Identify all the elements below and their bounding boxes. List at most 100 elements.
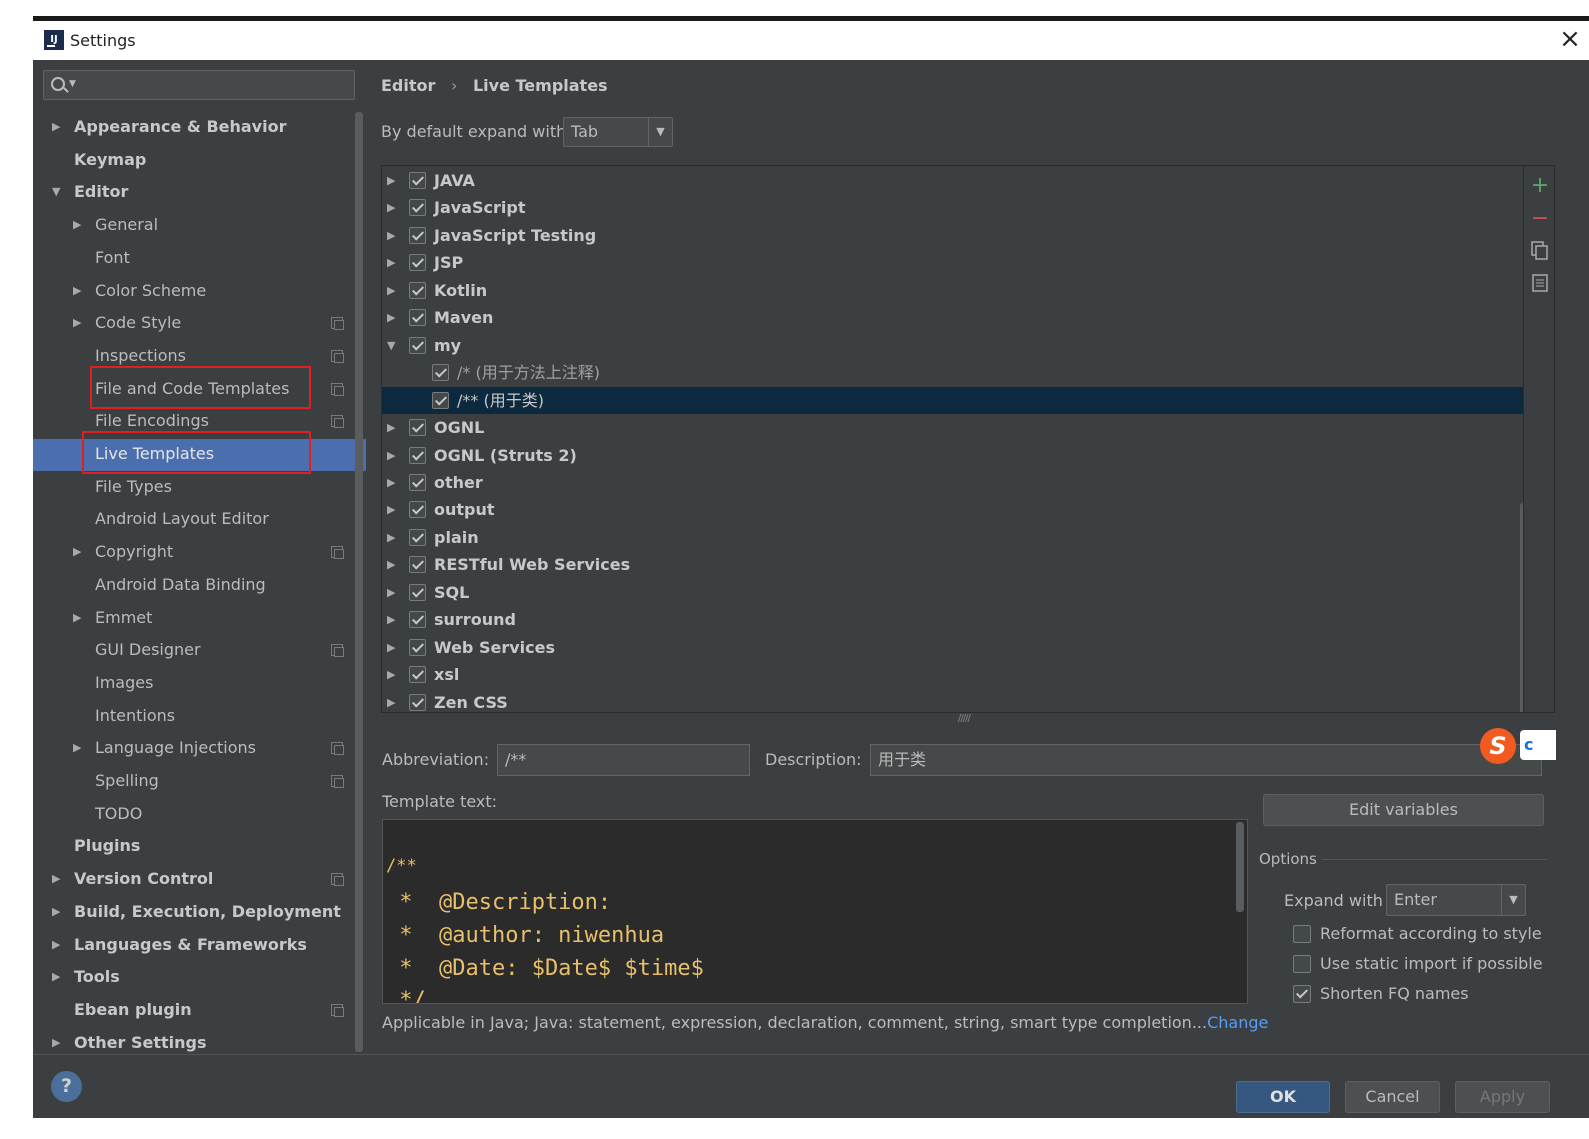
expanded-arrow-icon[interactable]: ▼ (387, 332, 395, 359)
templates-tree[interactable]: ▶ JAVA ▶ JavaScript ▶ JavaScript Testing ▶ JSP ▶… (381, 165, 1524, 713)
apply-button[interactable]: Apply (1455, 1081, 1550, 1113)
breadcrumb-parent[interactable]: Editor (381, 76, 435, 95)
change-contexts-link[interactable]: Change (1207, 1013, 1268, 1032)
editor-scrollbar[interactable] (1236, 822, 1244, 912)
sidebar-item[interactable]: ▶ Appearance & Behavior (33, 112, 353, 142)
sidebar-item[interactable]: ▶ Build, Execution, Deployment (33, 897, 353, 927)
collapsed-arrow-icon[interactable]: ▶ (387, 524, 395, 551)
template-group[interactable]: ▶ JavaScript (382, 194, 1523, 221)
sidebar-item[interactable]: Android Layout Editor (33, 504, 353, 534)
template-checkbox[interactable] (409, 227, 426, 244)
collapsed-arrow-icon[interactable]: ▶ (73, 537, 81, 567)
sidebar-item[interactable]: Ebean plugin (33, 995, 353, 1025)
collapsed-arrow-icon[interactable]: ▶ (73, 276, 81, 306)
template-group[interactable]: ▶ JSP (382, 249, 1523, 276)
default-expand-select[interactable]: Tab ▼ (563, 117, 673, 147)
template-checkbox[interactable] (409, 639, 426, 656)
template-group[interactable]: ▶ JavaScript Testing (382, 222, 1523, 249)
template-text-editor[interactable]: /** * @Description: * @author: niwenhua … (382, 819, 1248, 1004)
collapsed-arrow-icon[interactable]: ▶ (387, 304, 395, 331)
template-group[interactable]: ▶ OGNL (382, 414, 1523, 441)
template-checkbox[interactable] (409, 501, 426, 518)
collapsed-arrow-icon[interactable]: ▶ (387, 606, 395, 633)
template-checkbox[interactable] (409, 611, 426, 628)
sidebar-item[interactable]: Font (33, 243, 353, 273)
sidebar-scrollbar[interactable] (355, 112, 363, 1052)
reformat-checkbox[interactable] (1293, 925, 1311, 943)
sidebar-item[interactable]: ▼ Editor (33, 177, 353, 207)
template-item[interactable]: /* (用于方法上注释) (382, 359, 1523, 386)
sidebar-item[interactable]: ▶ Code Style (33, 308, 353, 338)
template-checkbox[interactable] (409, 694, 426, 711)
sidebar-item[interactable]: ▶ Tools (33, 962, 353, 992)
collapsed-arrow-icon[interactable]: ▶ (387, 689, 395, 712)
copy-icon[interactable] (1530, 241, 1550, 261)
collapsed-arrow-icon[interactable]: ▶ (73, 603, 81, 633)
template-checkbox[interactable] (409, 447, 426, 464)
collapsed-arrow-icon[interactable]: ▶ (52, 930, 60, 960)
shorten-fq-checkbox[interactable] (1293, 985, 1311, 1003)
collapsed-arrow-icon[interactable]: ▶ (73, 308, 81, 338)
edit-variables-button[interactable]: Edit variables (1263, 794, 1544, 826)
sidebar-item[interactable]: Spelling (33, 766, 353, 796)
collapsed-arrow-icon[interactable]: ▶ (387, 496, 395, 523)
template-group[interactable]: ▶ xsl (382, 661, 1523, 688)
template-group[interactable]: ▶ JAVA (382, 167, 1523, 194)
collapsed-arrow-icon[interactable]: ▶ (387, 579, 395, 606)
sidebar-item[interactable]: ▶ Version Control (33, 864, 353, 894)
template-checkbox[interactable] (409, 282, 426, 299)
collapsed-arrow-icon[interactable]: ▶ (73, 210, 81, 240)
template-group[interactable]: ▶ OGNL (Struts 2) (382, 442, 1523, 469)
close-icon[interactable]: × (1555, 24, 1585, 54)
collapsed-arrow-icon[interactable]: ▶ (52, 112, 60, 142)
collapsed-arrow-icon[interactable]: ▶ (52, 864, 60, 894)
collapsed-arrow-icon[interactable]: ▶ (52, 897, 60, 927)
sidebar-item[interactable]: ▶ General (33, 210, 353, 240)
collapsed-arrow-icon[interactable]: ▶ (52, 962, 60, 992)
sidebar-item[interactable]: Keymap (33, 145, 353, 175)
collapsed-arrow-icon[interactable]: ▶ (387, 634, 395, 661)
template-group-icon[interactable] (1530, 274, 1550, 294)
sogou-ime-logo[interactable]: S (1480, 728, 1516, 764)
collapsed-arrow-icon[interactable]: ▶ (387, 277, 395, 304)
collapsed-arrow-icon[interactable]: ▶ (387, 194, 395, 221)
description-input[interactable]: 用于类 (870, 744, 1542, 776)
template-group[interactable]: ▶ SQL (382, 579, 1523, 606)
template-group[interactable]: ▶ Maven (382, 304, 1523, 331)
template-group[interactable]: ▶ output (382, 496, 1523, 523)
collapsed-arrow-icon[interactable]: ▶ (387, 442, 395, 469)
sidebar-item[interactable]: TODO (33, 799, 353, 829)
add-icon[interactable]: + (1530, 175, 1550, 197)
splitter-handle[interactable]: ///// (958, 713, 971, 724)
ime-toolbar-edge[interactable]: c (1520, 730, 1556, 760)
template-group[interactable]: ▼ my (382, 332, 1523, 359)
template-checkbox[interactable] (409, 172, 426, 189)
template-checkbox[interactable] (432, 364, 449, 381)
expand-with-select[interactable]: Enter ▼ (1386, 884, 1526, 916)
sidebar-item[interactable]: Intentions (33, 701, 353, 731)
template-checkbox[interactable] (409, 529, 426, 546)
template-group[interactable]: ▶ Web Services (382, 634, 1523, 661)
collapsed-arrow-icon[interactable]: ▶ (387, 469, 395, 496)
template-item[interactable]: /** (用于类) (382, 387, 1523, 414)
template-checkbox[interactable] (409, 337, 426, 354)
sidebar-item[interactable]: ▶ Emmet (33, 603, 353, 633)
template-group[interactable]: ▶ Kotlin (382, 277, 1523, 304)
sidebar-item[interactable]: Android Data Binding (33, 570, 353, 600)
template-group[interactable]: ▶ plain (382, 524, 1523, 551)
remove-icon[interactable]: − (1530, 208, 1550, 230)
sidebar-item[interactable]: ▶ Copyright (33, 537, 353, 567)
expanded-arrow-icon[interactable]: ▼ (52, 177, 60, 207)
ok-button[interactable]: OK (1236, 1081, 1330, 1113)
help-icon[interactable]: ? (51, 1071, 82, 1102)
collapsed-arrow-icon[interactable]: ▶ (73, 733, 81, 763)
sidebar-item[interactable]: ▶ Languages & Frameworks (33, 930, 353, 960)
sidebar-item[interactable]: Images (33, 668, 353, 698)
sidebar-item[interactable]: Plugins (33, 831, 353, 861)
template-checkbox[interactable] (432, 392, 449, 409)
template-checkbox[interactable] (409, 419, 426, 436)
abbreviation-input[interactable]: /** (497, 744, 750, 776)
sidebar-item[interactable]: File Types (33, 472, 353, 502)
template-group[interactable]: ▶ surround (382, 606, 1523, 633)
template-checkbox[interactable] (409, 556, 426, 573)
